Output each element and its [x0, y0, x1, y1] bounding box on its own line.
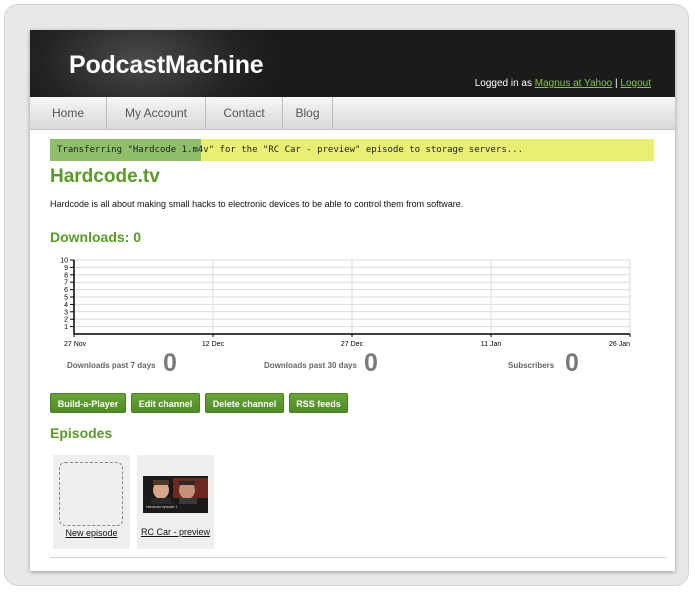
login-status: Logged in as Magnus at Yahoo | Logout — [475, 78, 651, 89]
rss-feeds-button[interactable]: RSS feeds — [289, 393, 348, 413]
chart-y-tick-label: 7 — [64, 280, 68, 287]
nav-item-home[interactable]: Home — [30, 97, 107, 129]
chart-x-tick-label: 26 Jan — [609, 341, 630, 348]
stat-value-week: 0 — [163, 349, 177, 377]
chart-y-tick-label: 10 — [60, 258, 68, 265]
chart-y-tick-label: 9 — [64, 265, 68, 272]
user-link[interactable]: Magnus at Yahoo — [535, 78, 612, 89]
episode-thumbnail[interactable]: Hardcode episode 1 — [143, 476, 208, 513]
new-episode-card[interactable]: New episode — [53, 455, 130, 549]
chart-x-tick-label: 11 Jan — [481, 341, 502, 348]
channel-title: Hardcode.tv — [50, 166, 160, 187]
chart-y-tick-label: 5 — [64, 295, 68, 302]
site-logo[interactable]: PodcastMachine — [69, 51, 264, 80]
chart-y-tick-label: 4 — [64, 302, 68, 309]
page: PodcastMachine Logged in as Magnus at Ya… — [30, 30, 675, 571]
login-separator: | — [615, 78, 618, 89]
episode-thumbnail-image: Hardcode episode 1 — [143, 476, 208, 513]
nav-item-contact[interactable]: Contact — [206, 97, 283, 129]
new-episode-placeholder[interactable] — [59, 462, 123, 526]
new-episode-link[interactable]: New episode — [53, 528, 130, 538]
stat-label-week: Downloads past 7 days — [67, 361, 156, 370]
stat-label-month: Downloads past 30 days — [264, 361, 357, 370]
chart-y-tick-label: 3 — [64, 309, 68, 316]
nav-item-my-account[interactable]: My Account — [107, 97, 206, 129]
chart-x-tick-label: 12 Dec — [202, 341, 225, 348]
stat-label-subscribers: Subscribers — [508, 361, 555, 370]
delete-channel-button[interactable]: Delete channel — [205, 393, 284, 413]
logout-link[interactable]: Logout — [620, 78, 651, 89]
stat-value-subscribers: 0 — [565, 349, 579, 377]
thumbnail-caption: Hardcode episode 1 — [146, 505, 177, 509]
chart-x-tick-label: 27 Nov — [64, 341, 87, 348]
chart-y-tick-label: 2 — [64, 317, 68, 324]
episode-title-link[interactable]: RC Car - preview — [137, 527, 214, 537]
upload-progress-text: Transferring "Hardcode 1.m4v" for the "R… — [57, 145, 523, 155]
build-a-player-button[interactable]: Build-a-Player — [50, 393, 126, 413]
episodes-heading: Episodes — [50, 425, 113, 441]
stat-value-month: 0 — [364, 349, 378, 377]
episode-card[interactable]: Hardcode episode 1 RC Car - preview — [137, 455, 214, 549]
chart-x-tick-label: 27 Dec — [341, 341, 364, 348]
login-prefix: Logged in as — [474, 78, 532, 89]
downloads-heading: Downloads: 0 — [50, 229, 142, 245]
site-header: PodcastMachine Logged in as Magnus at Ya… — [30, 30, 675, 97]
channel-description: Hardcode is all about making small hacks… — [50, 199, 464, 209]
chart-y-tick-label: 8 — [64, 272, 68, 279]
browser-frame: PodcastMachine Logged in as Magnus at Ya… — [4, 4, 689, 586]
footer-divider — [50, 557, 667, 558]
chart-y-tick-label: 6 — [64, 287, 68, 294]
downloads-chart: 12345678910 27 Nov 12 Dec 27 Dec 11 Jan 26 Ja… — [60, 258, 631, 348]
nav-item-blog[interactable]: Blog — [283, 97, 333, 129]
main-nav: Home My Account Contact Blog — [30, 97, 675, 130]
edit-channel-button[interactable]: Edit channel — [131, 393, 200, 413]
upload-progress-bar: Transferring "Hardcode 1.m4v" for the "R… — [50, 139, 654, 161]
chart-y-tick-label: 1 — [64, 324, 68, 331]
